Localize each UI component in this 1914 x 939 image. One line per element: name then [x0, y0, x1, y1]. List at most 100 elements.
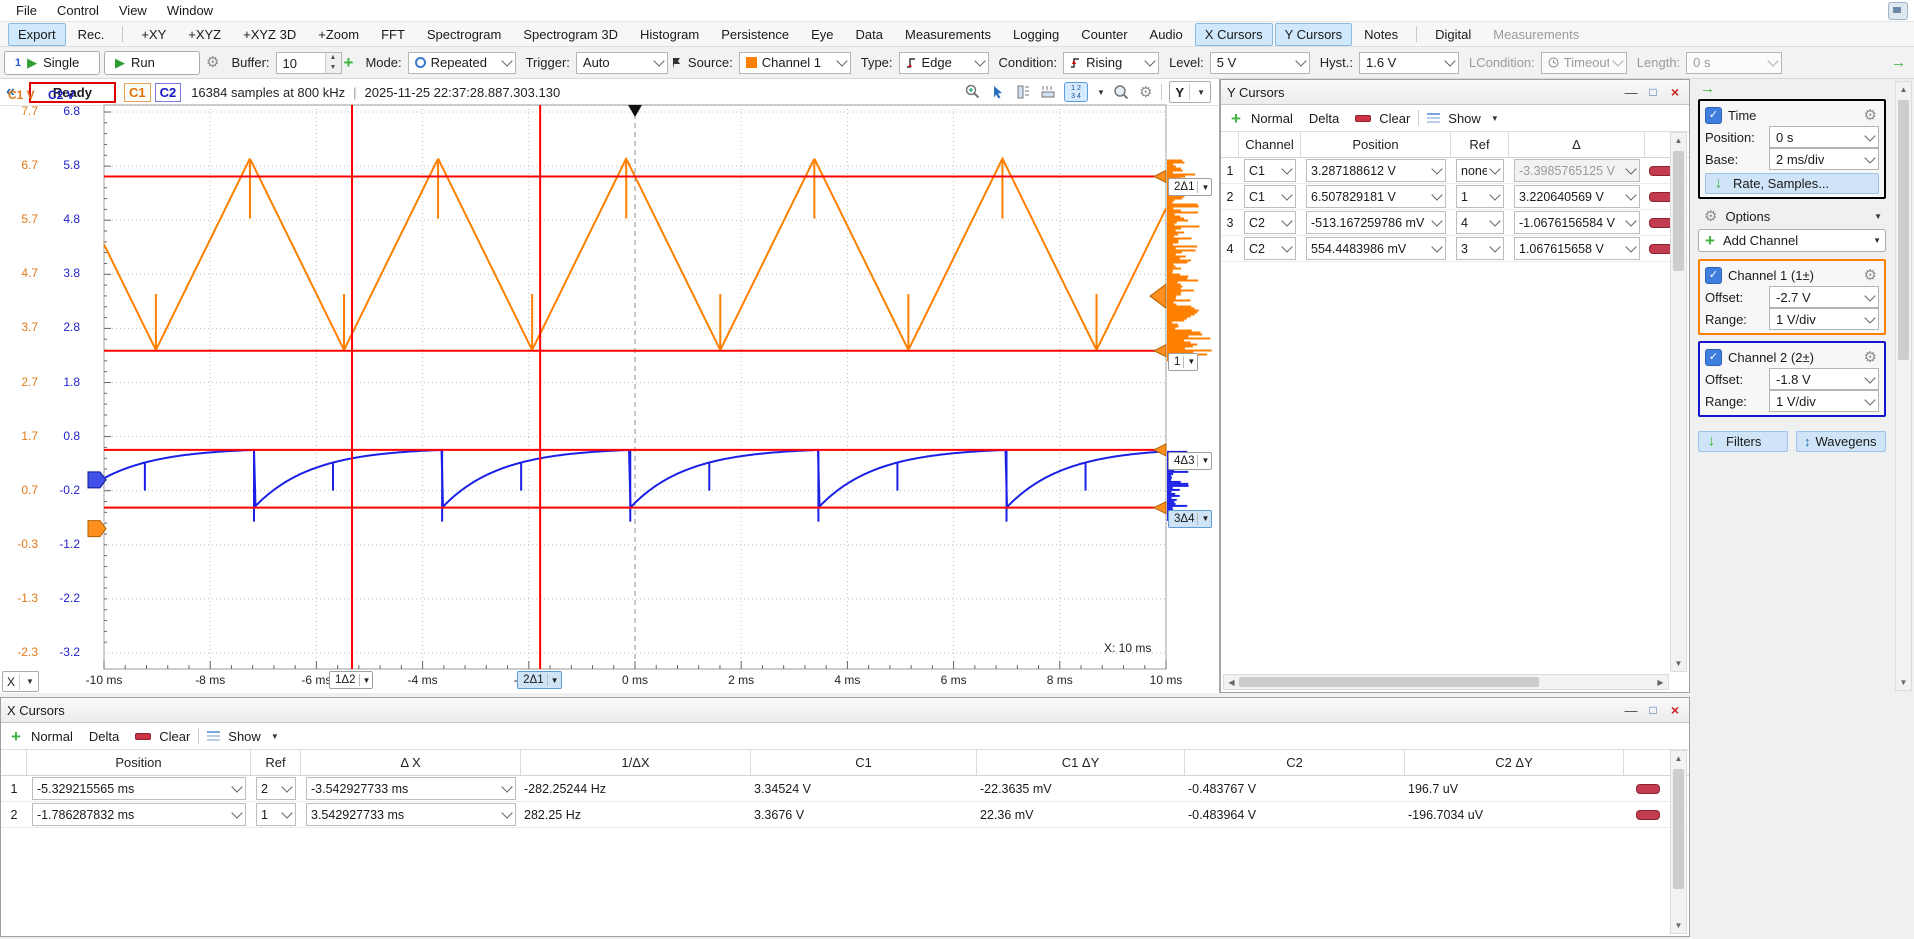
- view-tab[interactable]: FFT: [371, 23, 415, 46]
- view-tab[interactable]: Digital: [1425, 23, 1481, 46]
- view-tab[interactable]: Y Cursors: [1275, 23, 1353, 46]
- source-select[interactable]: Channel 1: [739, 52, 851, 74]
- x-axis-menu-button[interactable]: X ▼: [2, 671, 39, 692]
- hysteresis-select[interactable]: 1.6 V: [1359, 52, 1459, 74]
- main-vertical-scrollbar[interactable]: ▲ ▼: [1895, 81, 1912, 691]
- length-select[interactable]: 0 s: [1686, 52, 1782, 74]
- normal-button[interactable]: Normal: [1251, 111, 1293, 126]
- channel1-range-select[interactable]: 1 V/div: [1769, 308, 1879, 330]
- position-select[interactable]: -5.329215565 ms: [32, 777, 246, 800]
- maximize-icon[interactable]: □: [1645, 85, 1661, 99]
- channel2-offset-select[interactable]: -1.8 V: [1769, 368, 1879, 390]
- ref-select[interactable]: 3: [1456, 237, 1504, 260]
- ref-select[interactable]: 1: [256, 803, 296, 826]
- channel1-checkbox[interactable]: ✓: [1705, 267, 1722, 284]
- condition-select[interactable]: Rising: [1063, 52, 1159, 74]
- delta-value[interactable]: 3.220640569 V: [1514, 185, 1640, 208]
- delta-x-select[interactable]: -3.542927733 ms: [306, 777, 516, 800]
- channel2-range-select[interactable]: 1 V/div: [1769, 390, 1879, 412]
- add-mode-icon[interactable]: +: [344, 54, 354, 71]
- remove-cursor-button[interactable]: [1636, 784, 1660, 794]
- x-cursor-tag[interactable]: 2Δ1▼: [517, 671, 561, 689]
- x-cursors-titlebar[interactable]: X Cursors — □ ×: [1, 698, 1689, 723]
- delta-button[interactable]: Delta: [89, 729, 119, 744]
- single-button[interactable]: 1 ▶ Single: [4, 51, 100, 75]
- menu-item[interactable]: File: [6, 1, 47, 20]
- tray-icon[interactable]: [1888, 2, 1908, 20]
- view-tab[interactable]: Audio: [1140, 23, 1193, 46]
- add-cursor-icon[interactable]: +: [11, 728, 21, 745]
- view-tab[interactable]: +XY: [131, 23, 176, 46]
- ref-select[interactable]: none: [1456, 159, 1504, 182]
- view-tab[interactable]: Rec.: [68, 23, 115, 46]
- scroll-left-icon[interactable]: ◀: [1224, 678, 1239, 687]
- view-tab[interactable]: Data: [846, 23, 893, 46]
- delta-button[interactable]: Delta: [1309, 111, 1339, 126]
- minimize-icon[interactable]: —: [1623, 85, 1639, 100]
- view-tab[interactable]: Logging: [1003, 23, 1069, 46]
- time-checkbox[interactable]: ✓: [1705, 107, 1722, 124]
- add-cursor-icon[interactable]: +: [1231, 110, 1241, 127]
- view-tab[interactable]: Measurements: [1483, 23, 1589, 46]
- scroll-down-icon[interactable]: ▼: [1896, 675, 1911, 690]
- wavegens-button[interactable]: ↕ Wavegens: [1796, 431, 1886, 452]
- channel-select[interactable]: C2: [1244, 211, 1296, 234]
- spinner-arrows-icon[interactable]: ▲▼: [325, 53, 341, 73]
- clear-button[interactable]: Clear: [159, 729, 190, 744]
- channel1-offset-marker-icon[interactable]: [88, 521, 106, 537]
- view-tab[interactable]: Notes: [1354, 23, 1408, 46]
- delta-value[interactable]: 1.067615658 V: [1514, 237, 1640, 260]
- time-position-select[interactable]: 0 s: [1769, 126, 1879, 148]
- view-tab[interactable]: X Cursors: [1195, 23, 1273, 46]
- menu-item[interactable]: Control: [47, 1, 109, 20]
- channel1-gear-icon[interactable]: ⚙: [1864, 268, 1877, 283]
- close-icon[interactable]: ×: [1667, 702, 1683, 718]
- mode-select[interactable]: Repeated: [408, 52, 516, 74]
- show-list-icon[interactable]: [207, 731, 220, 742]
- buffer-gear-icon[interactable]: ⚙: [206, 55, 219, 70]
- scroll-down-icon[interactable]: ▼: [1671, 656, 1686, 671]
- scroll-up-icon[interactable]: ▲: [1671, 133, 1686, 148]
- waveform-plot[interactable]: [0, 79, 1220, 693]
- position-select[interactable]: 554.4483986 mV: [1306, 237, 1446, 260]
- ref-select[interactable]: 2: [256, 777, 296, 800]
- time-base-select[interactable]: 2 ms/div: [1769, 148, 1879, 170]
- clear-icon[interactable]: [1355, 115, 1371, 122]
- toolbar-overflow-icon[interactable]: →: [1891, 55, 1906, 70]
- scroll-up-icon[interactable]: ▲: [1671, 751, 1686, 766]
- delta-value[interactable]: -1.0676156584 V: [1514, 211, 1640, 234]
- add-channel-button[interactable]: + Add Channel ▼: [1698, 229, 1886, 252]
- y-cursors-vertical-scrollbar[interactable]: ▲ ▼: [1670, 132, 1687, 672]
- view-tab[interactable]: Histogram: [630, 23, 709, 46]
- lcondition-select[interactable]: Timeout: [1541, 52, 1627, 74]
- show-button[interactable]: Show: [228, 729, 261, 744]
- level-select[interactable]: 5 V: [1210, 52, 1310, 74]
- type-select[interactable]: Edge: [899, 52, 989, 74]
- channel2-checkbox[interactable]: ✓: [1705, 349, 1722, 366]
- position-select[interactable]: 3.287188612 V: [1306, 159, 1446, 182]
- y-cursor-tag[interactable]: 2Δ1▼: [1168, 178, 1212, 196]
- ref-select[interactable]: 1: [1456, 185, 1504, 208]
- view-tab[interactable]: Measurements: [895, 23, 1001, 46]
- view-tab[interactable]: Spectrogram: [417, 23, 511, 46]
- view-tab[interactable]: Spectrogram 3D: [513, 23, 628, 46]
- remove-cursor-button[interactable]: [1636, 810, 1660, 820]
- menu-item[interactable]: View: [109, 1, 157, 20]
- channel2-offset-marker-icon[interactable]: [88, 472, 106, 488]
- buffer-spinner[interactable]: 10 ▲▼: [276, 52, 342, 74]
- view-tab[interactable]: Persistence: [711, 23, 799, 46]
- maximize-icon[interactable]: □: [1645, 703, 1661, 717]
- x-cursor-tag[interactable]: 1Δ2▼: [329, 671, 373, 689]
- rate-samples-button[interactable]: → Rate, Samples...: [1705, 173, 1879, 194]
- scroll-down-icon[interactable]: ▼: [1671, 918, 1686, 933]
- scroll-right-icon[interactable]: ▶: [1653, 678, 1668, 687]
- channel-select[interactable]: C1: [1244, 185, 1296, 208]
- y-cursor-tag[interactable]: 3Δ4▼: [1168, 510, 1212, 528]
- view-tab[interactable]: Eye: [801, 23, 843, 46]
- clear-button[interactable]: Clear: [1379, 111, 1410, 126]
- channel-select[interactable]: C1: [1244, 159, 1296, 182]
- trigger-select[interactable]: Auto: [576, 52, 668, 74]
- menu-item[interactable]: Window: [157, 1, 223, 20]
- position-select[interactable]: -1.786287832 ms: [32, 803, 246, 826]
- channel1-offset-select[interactable]: -2.7 V: [1769, 286, 1879, 308]
